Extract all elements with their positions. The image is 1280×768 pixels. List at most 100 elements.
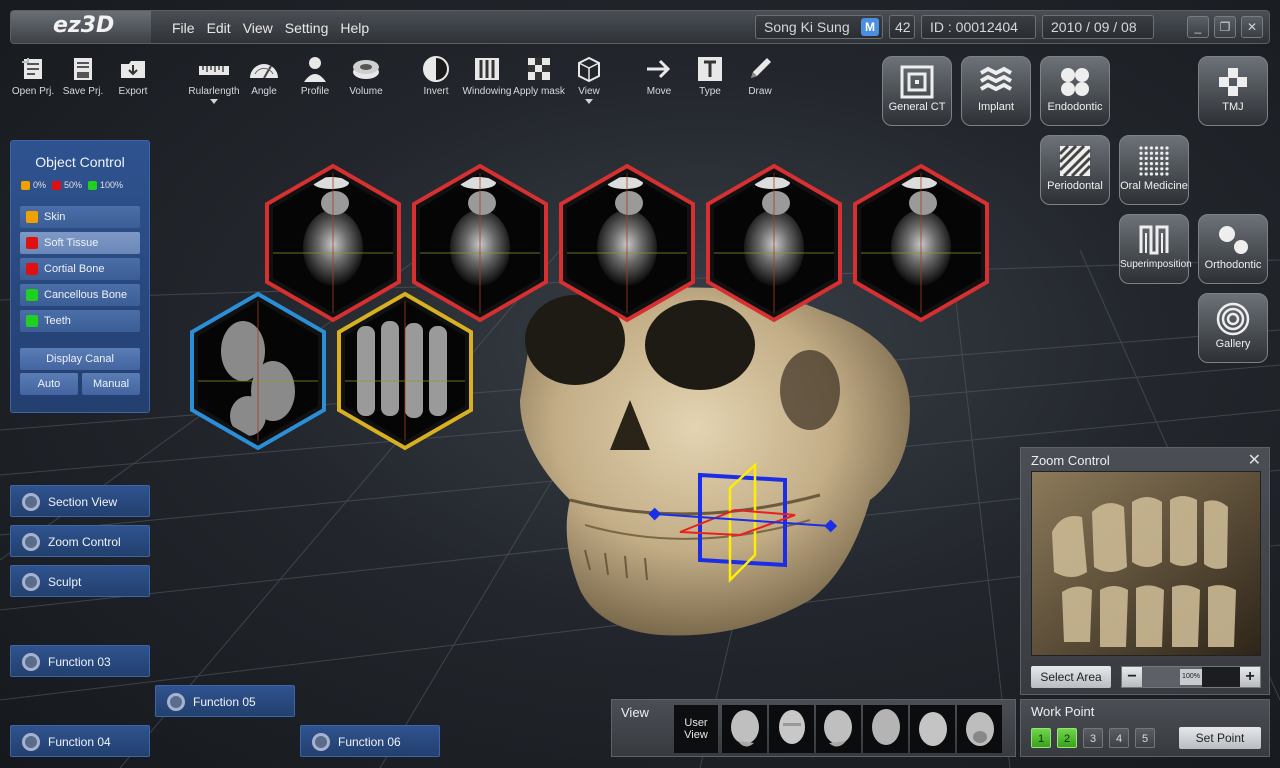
select-area-button[interactable]: Select Area xyxy=(1031,666,1111,688)
work-point-title: Work Point xyxy=(1031,704,1095,719)
apply-mask-button[interactable]: Apply mask xyxy=(511,54,567,97)
manual-button[interactable]: Manual xyxy=(82,373,140,395)
zoom-out-button[interactable]: − xyxy=(1122,667,1142,687)
work-point-2[interactable]: 2 xyxy=(1057,728,1077,748)
layer-cancellous-bone[interactable]: Cancellous Bone xyxy=(20,284,140,306)
arrow-right-icon xyxy=(644,54,674,84)
zoom-in-button[interactable]: + xyxy=(1240,667,1260,687)
section-view-button[interactable]: Section View xyxy=(10,485,150,517)
view-bar: View User View xyxy=(611,699,1016,757)
sculpt-button[interactable]: Sculpt xyxy=(10,565,150,597)
work-point-5[interactable]: 5 xyxy=(1135,728,1155,748)
menu-setting[interactable]: Setting xyxy=(279,11,335,43)
axial-view-hex[interactable] xyxy=(188,291,328,451)
volume-icon xyxy=(351,54,381,84)
view-bottom-button[interactable] xyxy=(957,705,1002,753)
view-left-button[interactable] xyxy=(816,705,861,753)
superimposition-label: Superimposition xyxy=(1120,259,1192,270)
layer-teeth[interactable]: Teeth xyxy=(20,310,140,332)
close-icon[interactable]: ✕ xyxy=(1248,450,1261,470)
menu-help[interactable]: Help xyxy=(334,11,375,43)
module-superimposition[interactable]: Superimposition xyxy=(1119,214,1192,284)
implant-label: Implant xyxy=(977,101,1015,113)
slice-view-hex-4[interactable] xyxy=(704,163,844,323)
work-point-panel: Work Point 1 2 3 4 5 Set Point xyxy=(1020,699,1270,757)
volume-button[interactable]: Volume xyxy=(338,54,394,97)
invert-button[interactable]: Invert xyxy=(408,54,464,97)
layer-cortical-bone[interactable]: Cortial Bone xyxy=(20,258,140,280)
user-view-button[interactable]: User View xyxy=(674,705,718,753)
function-06-button[interactable]: Function 06 xyxy=(300,725,440,757)
work-point-1[interactable]: 1 xyxy=(1031,728,1051,748)
module-endodontic[interactable]: Endodontic xyxy=(1040,56,1110,126)
head-left-icon xyxy=(824,710,852,747)
periodontal-icon xyxy=(1058,144,1092,178)
layer-color-indicator xyxy=(26,211,38,223)
legend-item-100: 100% xyxy=(88,180,123,190)
layer-skin[interactable]: Skin xyxy=(20,206,140,228)
general-ct-label: General CT xyxy=(888,101,946,113)
function-05-button[interactable]: Function 05 xyxy=(155,685,295,717)
module-oral-medicine[interactable]: Oral Medicine xyxy=(1119,135,1189,205)
radio-ring-icon xyxy=(22,573,40,591)
superimposition-icon xyxy=(1137,223,1171,257)
type-button[interactable]: Type xyxy=(682,54,738,97)
panoramic-view-hex[interactable] xyxy=(335,291,475,451)
view-right-button[interactable] xyxy=(722,705,767,753)
save-project-label: Save Prj. xyxy=(62,86,104,97)
menu-file[interactable]: File xyxy=(166,11,201,43)
zoom-control-button[interactable]: Zoom Control xyxy=(10,525,150,557)
work-point-4[interactable]: 4 xyxy=(1109,728,1129,748)
chevron-down-icon xyxy=(210,99,218,104)
draw-button[interactable]: Draw xyxy=(732,54,788,97)
zoom-control-panel: Zoom Control ✕ Select Area − 100% + xyxy=(1020,447,1270,695)
skull-3d-render[interactable] xyxy=(490,270,930,650)
gender-badge: M xyxy=(861,18,879,36)
module-implant[interactable]: Implant xyxy=(961,56,1031,126)
save-project-button[interactable]: Save Prj. xyxy=(55,54,111,97)
radio-ring-icon xyxy=(312,733,330,751)
endodontic-icon xyxy=(1058,65,1092,99)
view-tool-button[interactable]: View xyxy=(561,54,617,104)
display-canal-button[interactable]: Display Canal xyxy=(20,348,140,370)
view-back-button[interactable] xyxy=(863,705,908,753)
profile-button[interactable]: Profile xyxy=(287,54,343,97)
close-window-button[interactable]: ✕ xyxy=(1241,16,1263,38)
module-orthodontic[interactable]: Orthodontic xyxy=(1198,214,1268,284)
view-front-button[interactable] xyxy=(769,705,814,753)
zoom-slider[interactable]: − 100% + xyxy=(1121,666,1261,688)
menu-edit[interactable]: Edit xyxy=(201,11,237,43)
function-04-button[interactable]: Function 04 xyxy=(10,725,150,757)
function-03-button[interactable]: Function 03 xyxy=(10,645,150,677)
auto-button[interactable]: Auto xyxy=(20,373,78,395)
open-project-button[interactable]: Open Prj. xyxy=(5,54,61,97)
windowing-button[interactable]: Windowing xyxy=(459,54,515,97)
save-icon xyxy=(68,54,98,84)
view-top-button[interactable] xyxy=(910,705,955,753)
implant-icon xyxy=(979,65,1013,99)
opacity-legend: 0% 50% 100% xyxy=(21,180,149,190)
ruler-length-button[interactable]: Rularlength xyxy=(186,54,242,104)
minimize-button[interactable]: _ xyxy=(1187,16,1209,38)
move-button[interactable]: Move xyxy=(631,54,687,97)
layer-color-indicator xyxy=(26,315,38,327)
head-bottom-icon xyxy=(966,712,994,746)
set-point-button[interactable]: Set Point xyxy=(1179,727,1261,749)
slice-view-hex-5[interactable] xyxy=(851,163,991,323)
orthodontic-icon xyxy=(1216,223,1250,257)
menu-view[interactable]: View xyxy=(237,11,279,43)
ruler-length-label: Rularlength xyxy=(188,86,240,97)
module-general-ct[interactable]: General CT xyxy=(882,56,952,126)
head-right-icon xyxy=(731,710,759,747)
module-periodontal[interactable]: Periodontal xyxy=(1040,135,1110,205)
angle-button[interactable]: Angle xyxy=(236,54,292,97)
restore-button[interactable]: ❐ xyxy=(1214,16,1236,38)
work-point-3[interactable]: 3 xyxy=(1083,728,1103,748)
module-tmj[interactable]: TMJ xyxy=(1198,56,1268,126)
slice-view-hex-3[interactable] xyxy=(557,163,697,323)
module-gallery[interactable]: Gallery xyxy=(1198,293,1268,363)
layer-color-indicator xyxy=(26,237,38,249)
layer-soft-tissue[interactable]: Soft Tissue xyxy=(20,232,140,254)
menu-bar: File Edit View Setting Help xyxy=(166,11,375,43)
export-button[interactable]: Export xyxy=(105,54,161,97)
